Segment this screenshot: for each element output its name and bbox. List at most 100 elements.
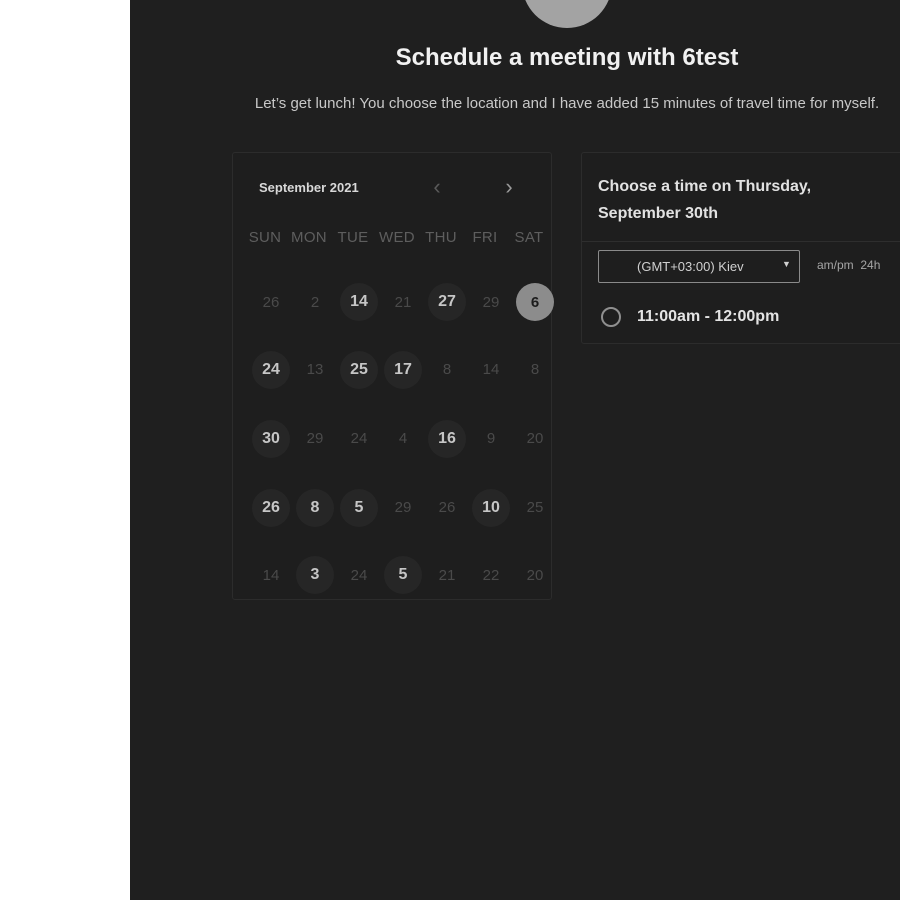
weekday-tue: TUE — [337, 229, 369, 246]
calendar-day-number: 3 — [296, 556, 334, 594]
calendar-day-number: 17 — [384, 350, 422, 389]
calendar-day-number: 24 — [350, 430, 368, 447]
calendar-day-number: 26 — [262, 293, 280, 311]
calendar-day-available[interactable]: 26 — [249, 473, 293, 542]
calendar-day: 20 — [513, 404, 557, 473]
weekday-wed: WED — [379, 229, 415, 246]
calendar-day-number: 16 — [428, 419, 466, 458]
calendar-day-number: 21 — [394, 293, 412, 311]
calendar-day-number: 4 — [398, 430, 408, 447]
calendar-day-number: 27 — [428, 283, 466, 321]
format-24h-option[interactable]: 24h — [860, 258, 880, 272]
scheduling-page: Schedule a meeting with 6test Let’s get … — [130, 0, 900, 900]
calendar-day-number: 25 — [340, 350, 378, 389]
calendar-day: 8 — [513, 335, 557, 404]
time-slot-label: 11:00am - 12:00pm — [637, 308, 780, 325]
calendar-day: 2 — [293, 269, 337, 335]
calendar-day-selected[interactable]: 6 — [513, 269, 557, 335]
calendar-day-number: 26 — [438, 499, 456, 516]
calendar-day-number: 13 — [306, 361, 324, 378]
calendar-day-number: 20 — [526, 566, 544, 584]
calendar-day-available[interactable]: 30 — [249, 404, 293, 473]
calendar-day-number: 2 — [310, 293, 320, 311]
calendar-day-available[interactable]: 14 — [337, 269, 381, 335]
timezone-select[interactable]: (GMT+03:00) Kiev ▼ — [598, 250, 800, 283]
calendar-day: 20 — [513, 542, 557, 608]
chevron-left-icon[interactable]: ‹ — [425, 175, 449, 199]
calendar-day-number: 8 — [442, 361, 452, 378]
calendar-day-number: 14 — [482, 361, 500, 378]
calendar-day-number: 22 — [482, 566, 500, 584]
calendar-day: 9 — [469, 404, 513, 473]
chevron-right-icon[interactable]: › — [497, 175, 521, 199]
calendar-day: 4 — [381, 404, 425, 473]
calendar-day-available[interactable]: 16 — [425, 404, 469, 473]
calendar-day-available[interactable]: 17 — [381, 335, 425, 404]
calendar-day-number: 14 — [340, 283, 378, 321]
calendar-panel: September 2021 ‹ › SUN MON TUE WED THU F… — [232, 152, 554, 600]
calendar-day-number: 6 — [516, 283, 554, 321]
calendar-day-number: 5 — [340, 488, 378, 527]
calendar-day: 29 — [381, 473, 425, 542]
calendar-day-number: 29 — [394, 499, 412, 516]
calendar-day-number: 30 — [252, 419, 290, 458]
weekday-sat: SAT — [514, 229, 544, 246]
calendar-day: 21 — [425, 542, 469, 608]
weekday-sun: SUN — [248, 229, 282, 246]
caret-down-icon: ▼ — [782, 259, 791, 269]
calendar-day-available[interactable]: 5 — [337, 473, 381, 542]
calendar-day: 21 — [381, 269, 425, 335]
calendar-day-number: 14 — [262, 566, 280, 584]
calendar-day-number: 8 — [296, 488, 334, 527]
calendar-day-available[interactable]: 3 — [293, 542, 337, 608]
calendar-day: 14 — [469, 335, 513, 404]
calendar-day-number: 8 — [530, 361, 540, 378]
calendar-day: 25 — [513, 473, 557, 542]
calendar-day-number: 21 — [438, 566, 456, 584]
time-format-toggle: am/pm 24h — [817, 258, 880, 272]
calendar-day-grid: 26 2 14 21 27 29 6 24 13 25 17 8 14 8 30 29 24 4 16 9 20 26 8 5… — [249, 269, 557, 608]
format-ampm-option[interactable]: am/pm — [817, 258, 854, 272]
left-blank-area — [0, 0, 130, 900]
calendar-day-available[interactable]: 10 — [469, 473, 513, 542]
time-selection-panel: Choose a time on Thursday, September 30t… — [581, 152, 900, 344]
calendar-day: 29 — [469, 269, 513, 335]
calendar-day-number: 10 — [472, 488, 510, 527]
calendar-day-number: 24 — [350, 566, 368, 584]
calendar-day: 8 — [425, 335, 469, 404]
calendar-day: 22 — [469, 542, 513, 608]
time-panel-heading: Choose a time on Thursday, September 30t… — [598, 178, 812, 222]
calendar-day-number: 9 — [486, 430, 496, 447]
calendar-day-number: 29 — [482, 293, 500, 311]
divider — [582, 241, 900, 242]
calendar-day: 13 — [293, 335, 337, 404]
calendar-day: 14 — [249, 542, 293, 608]
time-slot-option[interactable]: 11:00am - 12:00pm — [601, 304, 779, 330]
weekday-header: SUN MON TUE WED THU FRI SAT — [243, 229, 553, 246]
timezone-value: (GMT+03:00) Kiev — [637, 259, 744, 274]
calendar-day: 24 — [337, 542, 381, 608]
calendar-day-number: 25 — [526, 499, 544, 516]
weekday-fri: FRI — [472, 229, 498, 246]
calendar-day-available[interactable]: 27 — [425, 269, 469, 335]
calendar-day-number: 26 — [252, 488, 290, 527]
calendar-day-available[interactable]: 8 — [293, 473, 337, 542]
weekday-thu: THU — [425, 229, 457, 246]
page-title: Schedule a meeting with 6test — [395, 44, 739, 71]
calendar-day-number: 29 — [306, 430, 324, 447]
calendar-day-available[interactable]: 5 — [381, 542, 425, 608]
calendar-day: 29 — [293, 404, 337, 473]
weekday-mon: MON — [291, 229, 327, 246]
calendar-day: 26 — [249, 269, 293, 335]
calendar-day: 24 — [337, 404, 381, 473]
avatar — [522, 0, 612, 28]
calendar-day-available[interactable]: 24 — [249, 335, 293, 404]
calendar-day: 26 — [425, 473, 469, 542]
radio-button[interactable] — [601, 307, 621, 327]
calendar-day-number: 20 — [526, 430, 544, 447]
calendar-day-available[interactable]: 25 — [337, 335, 381, 404]
calendar-month-label: September 2021 — [259, 180, 359, 195]
calendar-day-number: 24 — [252, 350, 290, 389]
meeting-description: Let’s get lunch! You choose the location… — [254, 95, 880, 112]
calendar-day-number: 5 — [384, 556, 422, 594]
